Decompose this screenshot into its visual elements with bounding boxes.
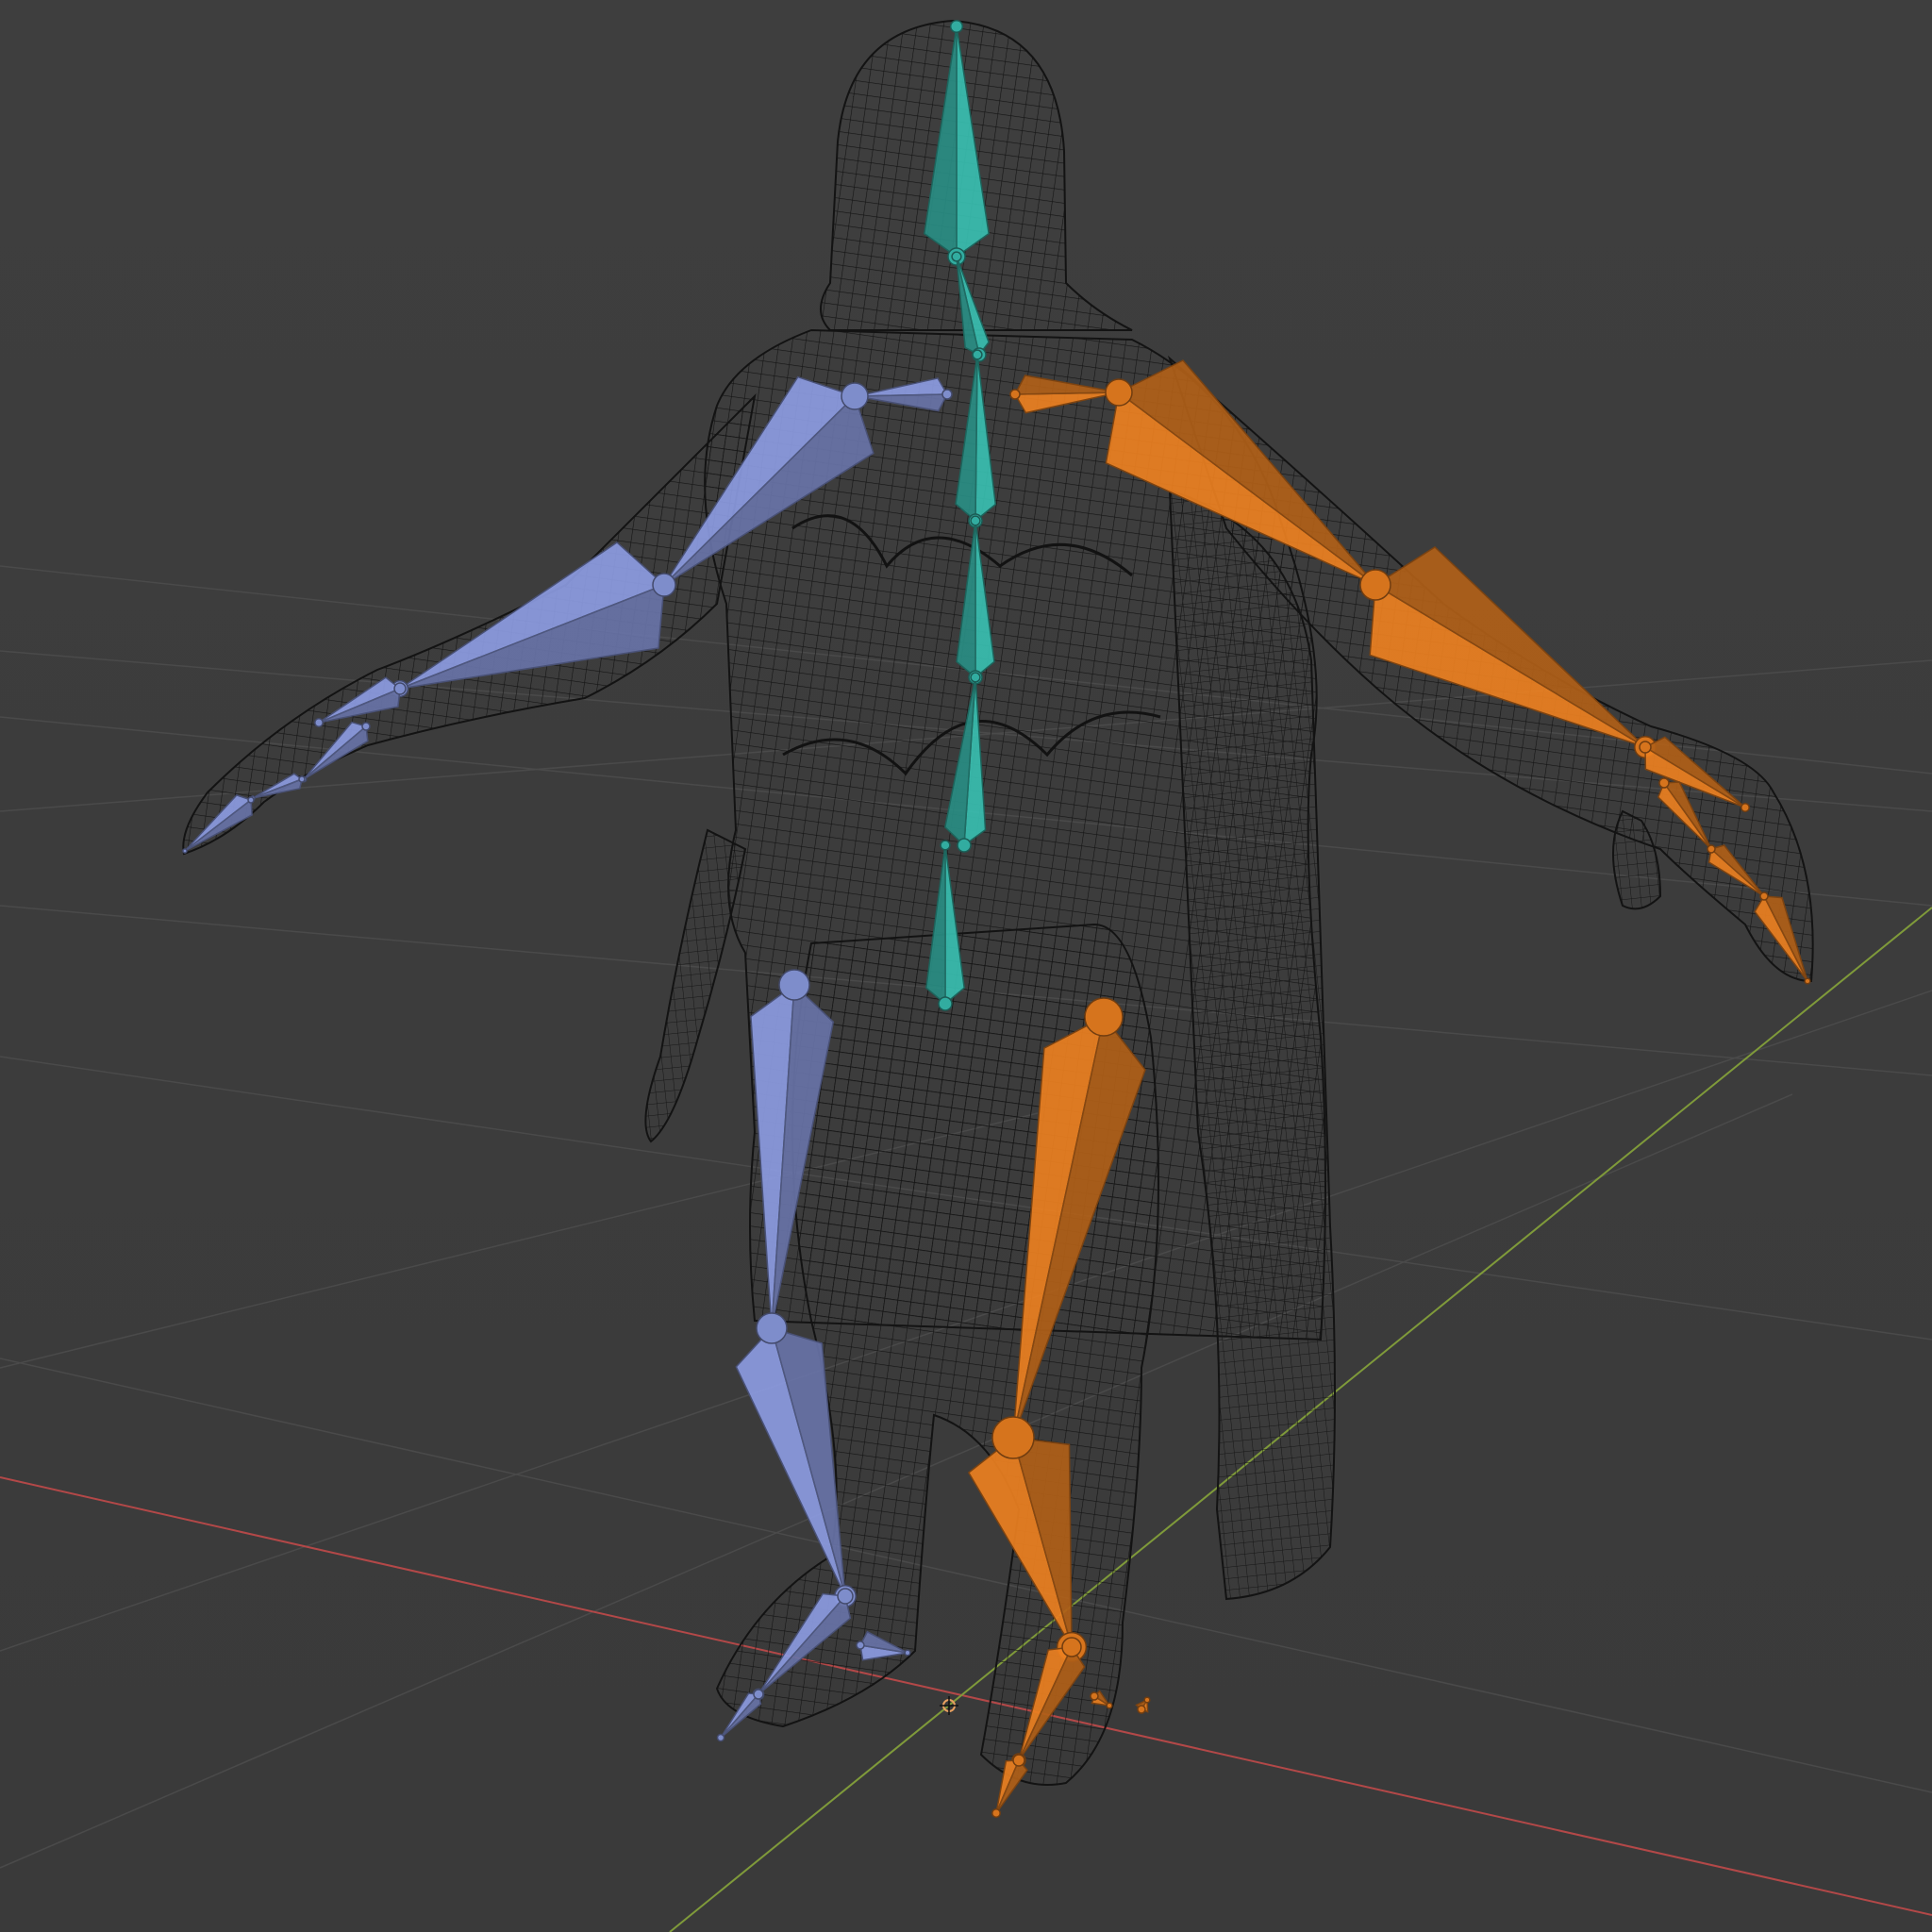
bone-head-joint[interactable] [1084,997,1124,1037]
bone-tail-joint[interactable] [991,1808,1001,1818]
bone-tail-joint[interactable] [951,251,962,262]
bone-head-joint[interactable] [1009,389,1021,400]
bone-head-joint[interactable] [841,382,869,410]
bone-tail-joint[interactable] [314,718,324,727]
bone-head-joint[interactable] [1090,1691,1099,1701]
bone-head-joint[interactable] [247,796,255,804]
bone-tail-joint[interactable] [904,1649,911,1657]
bone-tail-joint[interactable] [970,672,981,683]
bone-tail-joint[interactable] [940,840,951,851]
bone-tail-joint[interactable] [1106,1702,1113,1709]
bone-head-joint[interactable] [652,573,676,597]
bone-head-joint[interactable] [938,996,953,1011]
bone-head-joint[interactable] [1105,378,1133,407]
bone-tail-joint[interactable] [1804,977,1811,985]
bone-tail-joint[interactable] [1143,1696,1151,1704]
3d-viewport[interactable] [0,0,1932,1932]
bone-head-joint[interactable] [1707,844,1716,854]
bone-head-joint[interactable] [393,682,407,695]
bone-head-joint[interactable] [1658,777,1670,789]
bone-tail-joint[interactable] [182,848,188,854]
bone-head-joint[interactable] [753,1689,764,1700]
bone-tail-joint[interactable] [972,349,983,360]
bone-head-joint[interactable] [1639,741,1652,754]
bone-head-joint[interactable] [756,1312,788,1344]
bone-head-joint[interactable] [1061,1637,1082,1657]
viewport-scene[interactable] [0,0,1932,1932]
bone-head-joint[interactable] [361,722,371,731]
bone-tail-joint[interactable] [1740,803,1750,812]
bone-head-joint[interactable] [1759,891,1769,901]
bone-head-joint[interactable] [837,1588,854,1605]
bone-head-joint[interactable] [957,838,972,853]
bone-head-joint[interactable] [856,1641,865,1650]
bone-head-joint[interactable] [991,1416,1035,1459]
bone-tail-joint[interactable] [716,1733,725,1742]
bone-head-joint[interactable] [1137,1705,1146,1714]
bone-head-joint[interactable] [778,969,810,1001]
bone-head-joint[interactable] [941,389,953,400]
bone-head-joint[interactable] [1359,569,1391,601]
bone-tail-joint[interactable] [949,19,964,34]
bone-tail-joint[interactable] [970,515,981,526]
bone-head-joint[interactable] [298,775,306,783]
bone-head-joint[interactable] [1012,1754,1025,1767]
